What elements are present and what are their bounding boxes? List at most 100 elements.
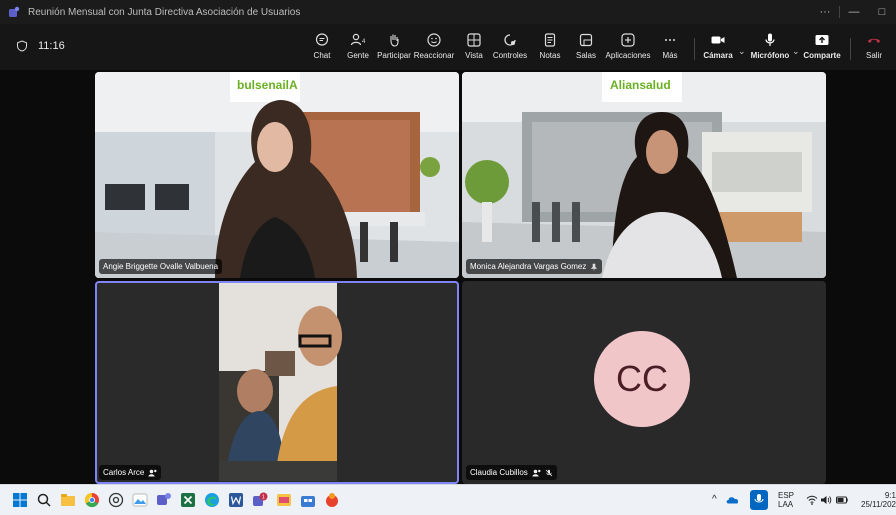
participant-name-label: Monica Alejandra Vargas Gomez: [466, 259, 603, 274]
notes-label: Notas: [539, 51, 561, 60]
chrome-icon[interactable]: [84, 492, 100, 508]
mic-label: Micrófono: [750, 51, 790, 60]
onedrive-icon[interactable]: [726, 493, 740, 507]
participant-name: Angie Briggette Ovalle Valbuena: [103, 262, 219, 271]
camera-options-chevron-icon[interactable]: ⌄: [738, 46, 746, 57]
grid-view-icon: [467, 33, 481, 47]
organizer-icon: [532, 469, 541, 476]
participant-name: Monica Alejandra Vargas Gomez: [470, 262, 587, 271]
meeting-timer: 11:16: [16, 40, 65, 52]
company-logo-mirrored: bulsenailA: [237, 78, 298, 92]
teams-notification-icon[interactable]: 1: [252, 492, 268, 508]
mic-button[interactable]: Micrófono: [748, 32, 792, 66]
share-button[interactable]: Comparte: [800, 32, 844, 66]
chat-icon: [315, 33, 329, 46]
hand-icon: [390, 34, 399, 47]
clock[interactable]: 9:1 25/11/202: [858, 491, 896, 509]
browser-icon[interactable]: [108, 492, 124, 508]
add-app-icon: [621, 33, 635, 47]
title-bar: Reunión Mensual con Junta Directiva Asoc…: [0, 0, 896, 24]
react-button[interactable]: Reaccionar: [412, 32, 456, 66]
file-explorer-icon[interactable]: [60, 492, 76, 508]
teams-icon: [9, 6, 20, 17]
participant-name-label: Claudia Cubillos: [466, 465, 557, 480]
keyboard-layout: LAA: [778, 500, 794, 509]
window-controls: ··· — □: [811, 0, 896, 24]
participant-name: Claudia Cubillos: [470, 468, 528, 477]
view-label: Vista: [465, 51, 483, 60]
svg-text:1: 1: [262, 495, 265, 501]
battery-icon[interactable]: [836, 494, 848, 506]
rooms-button[interactable]: Salas: [564, 32, 608, 66]
wifi-icon[interactable]: [806, 494, 818, 506]
leave-label: Salir: [865, 51, 882, 60]
ellipsis-icon: [665, 39, 675, 41]
people-icon: 4: [350, 33, 366, 46]
organizer-icon: [148, 469, 157, 476]
people-label: Gente: [347, 51, 369, 60]
participant-tile-active-speaker[interactable]: Carlos Arce: [95, 281, 459, 484]
participant-name: Carlos Arce: [103, 468, 145, 477]
participant-tile[interactable]: CC Claudia Cubillos: [462, 281, 826, 484]
more-options-button[interactable]: ···: [811, 6, 839, 18]
search-icon[interactable]: [36, 492, 52, 508]
people-count: 4: [362, 39, 366, 45]
raise-hand-label: Participar: [377, 51, 411, 60]
mic-muted-icon: [545, 469, 553, 476]
hang-up-icon: [868, 38, 880, 43]
toolbar-divider: [694, 38, 695, 60]
participant-name-label: Carlos Arce: [99, 465, 162, 480]
microphone-icon: [765, 33, 775, 46]
shield-icon: [17, 40, 27, 52]
participant-video-feed: [95, 72, 459, 278]
language-indicator[interactable]: ESP LAA: [778, 491, 794, 509]
photos-icon[interactable]: [132, 492, 148, 508]
minimize-button[interactable]: —: [840, 6, 868, 18]
clock-time: 9:1: [884, 491, 896, 500]
mic-options-chevron-icon[interactable]: ⌄: [792, 46, 800, 57]
edge-icon[interactable]: [204, 492, 220, 508]
apps-label: Aplicaciones: [605, 51, 651, 60]
start-icon[interactable]: [12, 492, 28, 508]
toolbar-divider: [850, 38, 851, 60]
react-label: Reaccionar: [413, 51, 455, 60]
camera-icon: [711, 36, 725, 44]
avatar: CC: [594, 331, 690, 427]
notes-app-icon[interactable]: [276, 492, 292, 508]
participant-name-label: Angie Briggette Ovalle Valbuena: [99, 259, 223, 274]
clock-date: 25/11/202: [861, 500, 896, 509]
teams-app-icon[interactable]: [156, 492, 172, 508]
smiley-icon: [427, 33, 441, 47]
more-label: Más: [662, 51, 678, 60]
volume-icon[interactable]: [820, 494, 832, 506]
raise-hand-button[interactable]: Participar: [372, 32, 416, 66]
mic-in-use-icon[interactable]: [750, 490, 768, 510]
word-icon[interactable]: [228, 492, 244, 508]
notes-icon: [544, 33, 556, 47]
company-logo: Aliansalud: [610, 78, 671, 92]
leave-button[interactable]: Salir: [852, 32, 896, 66]
share-label: Comparte: [803, 51, 841, 60]
store-icon[interactable]: [300, 492, 316, 508]
show-hidden-icons-chevron-icon[interactable]: ^: [712, 495, 717, 505]
maximize-button[interactable]: □: [868, 6, 896, 18]
apps-button[interactable]: Aplicaciones: [606, 32, 650, 66]
share-screen-icon: [815, 35, 829, 45]
taskbar: 1 ^ ESP LAA 9:1 25/11/202: [0, 484, 896, 515]
video-stage: bulsenailA Angie Briggette Ovalle Valbue…: [0, 70, 896, 484]
window-title: Reunión Mensual con Junta Directiva Asoc…: [28, 6, 301, 18]
elapsed-time: 11:16: [38, 40, 65, 52]
controls-button[interactable]: Controles: [488, 32, 532, 66]
rooms-label: Salas: [575, 51, 596, 60]
controls-icon: [504, 34, 516, 46]
meeting-toolbar: 11:16 Chat 4 Gente Participar Reaccionar…: [0, 24, 896, 70]
participant-tile[interactable]: bulsenailA Angie Briggette Ovalle Valbue…: [95, 72, 459, 278]
more-button[interactable]: Más: [648, 32, 692, 66]
camera-button[interactable]: Cámara: [696, 32, 740, 66]
app-icon[interactable]: [324, 492, 340, 508]
pin-icon: [591, 263, 598, 270]
camera-label: Cámara: [703, 51, 733, 60]
excel-icon[interactable]: [180, 492, 196, 508]
participant-tile[interactable]: Aliansalud Monica Alejandra Vargas Gomez: [462, 72, 826, 278]
participant-video-feed: [95, 281, 459, 484]
